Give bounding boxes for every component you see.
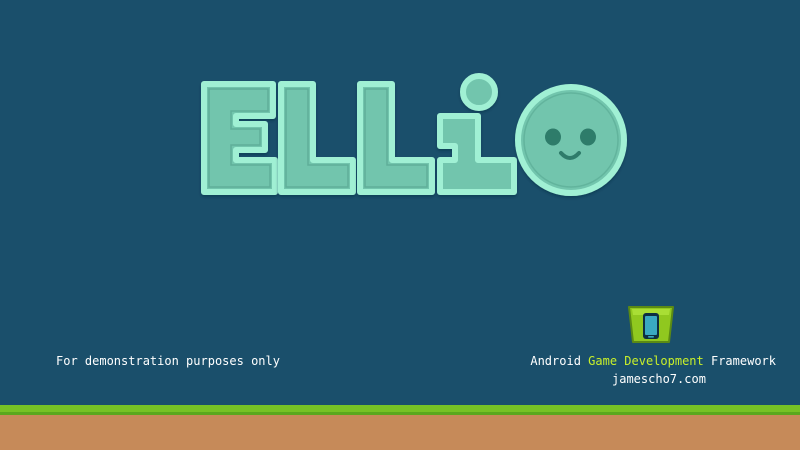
mascot-right-eye xyxy=(580,128,596,146)
logo-letter-i xyxy=(437,73,517,195)
mascot-left-eye xyxy=(545,128,561,146)
game-screen: For demonstration purposes only Android … xyxy=(0,0,800,450)
framework-suffix: Framework xyxy=(703,354,776,368)
dirt-ground xyxy=(0,415,800,450)
framework-credit: Android Game Development Framework xyxy=(530,354,776,368)
green-bucket-phone-icon xyxy=(628,306,674,343)
ellio-mascot-face xyxy=(515,84,627,196)
demo-disclaimer: For demonstration purposes only xyxy=(56,354,280,368)
framework-highlight: Game Development xyxy=(588,354,704,368)
website-text: jamescho7.com xyxy=(612,372,706,386)
logo-letter-l-1 xyxy=(278,81,356,195)
framework-prefix: Android xyxy=(530,354,589,368)
logo-letter-l-2 xyxy=(357,81,435,195)
logo-letter-e xyxy=(201,81,278,195)
